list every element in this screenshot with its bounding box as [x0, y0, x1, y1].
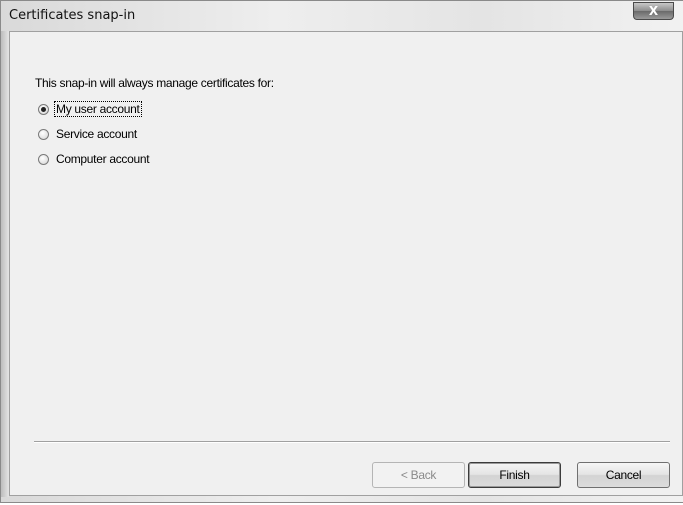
back-button[interactable]: < Back [372, 462, 465, 488]
instruction-text: This snap-in will always manage certific… [35, 76, 274, 90]
option-my-user-account[interactable]: My user account [38, 101, 142, 117]
option-label: My user account [54, 101, 142, 117]
dialog-window: Certificates snap-in X This snap-in will… [0, 0, 683, 503]
dialog-client-area: This snap-in will always manage certific… [9, 31, 683, 496]
title-bar[interactable]: Certificates snap-in X [1, 1, 683, 31]
option-computer-account[interactable]: Computer account [38, 151, 150, 167]
radio-my-user-account[interactable] [38, 103, 49, 115]
close-button[interactable]: X [633, 2, 674, 20]
option-label: Computer account [56, 152, 150, 166]
radio-service-account[interactable] [38, 128, 49, 140]
cancel-button[interactable]: Cancel [577, 462, 670, 488]
window-title: Certificates snap-in [9, 8, 136, 23]
close-icon: X [648, 4, 659, 18]
option-label: Service account [56, 127, 137, 141]
window-frame-left [1, 31, 9, 497]
footer-separator [34, 441, 670, 443]
finish-button[interactable]: Finish [468, 462, 561, 488]
option-service-account[interactable]: Service account [38, 126, 138, 142]
radio-computer-account[interactable] [38, 153, 49, 165]
